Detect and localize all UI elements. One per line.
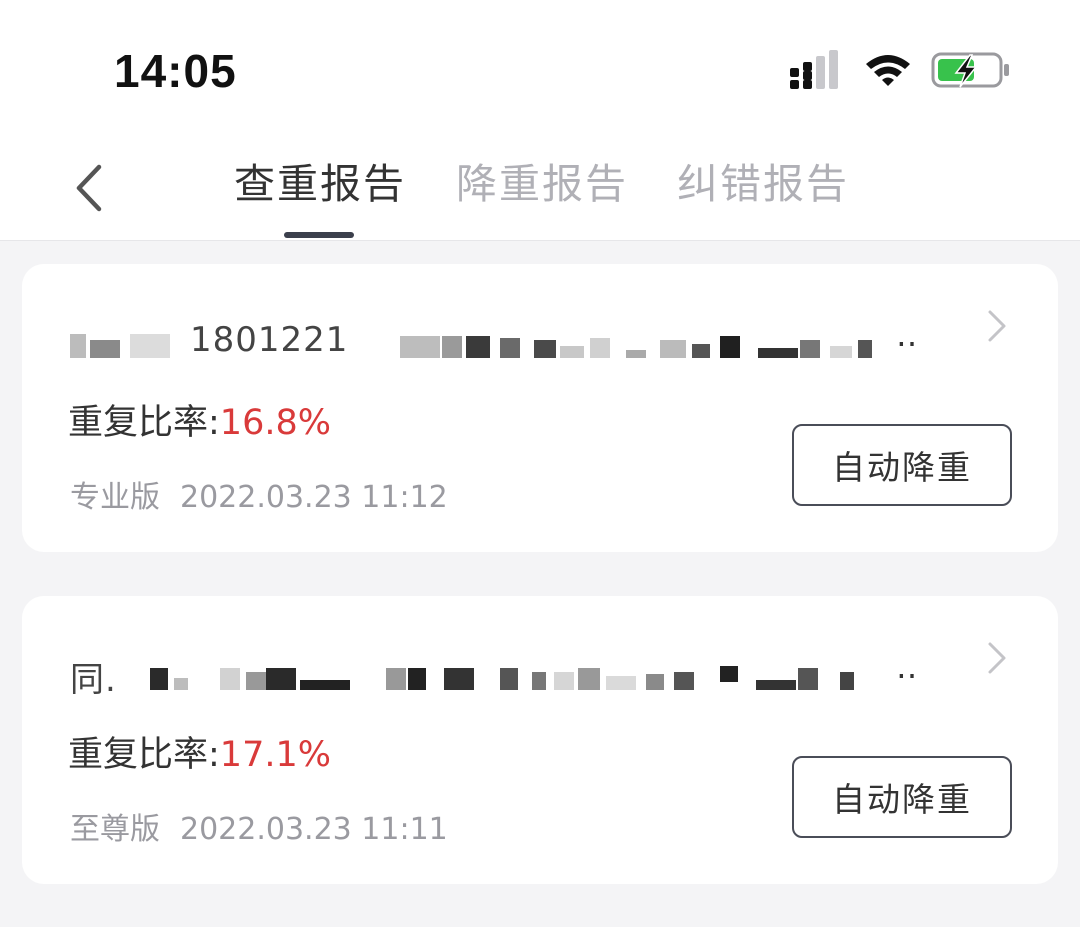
report-title: 1801221 …	[70, 324, 920, 364]
back-button[interactable]	[66, 160, 110, 216]
wifi-icon	[866, 55, 910, 86]
duplicate-rate-label: 重复比率:	[68, 735, 220, 775]
redacted-mosaic	[70, 330, 890, 360]
chevron-right-icon	[988, 642, 1006, 674]
back-chevron-icon	[76, 164, 102, 212]
report-datetime: 2022.03.23 11:12	[180, 480, 448, 515]
title-ellipsis: …	[896, 324, 920, 354]
signal-icon	[790, 50, 838, 89]
duplicate-rate: 重复比率:17.1%	[68, 726, 331, 777]
status-time: 14:05	[114, 45, 237, 97]
duplicate-rate-label: 重复比率:	[68, 403, 220, 443]
status-bar: 14:05	[0, 0, 1080, 130]
duplicate-rate-value: 17.1%	[219, 735, 331, 775]
tab-correction-report[interactable]: 纠错报告	[677, 150, 849, 210]
report-card[interactable]: 同. 重复比率:17.1% 至尊版 2022.03.23 11:11 自动降重	[22, 596, 1058, 884]
auto-reduce-button[interactable]: 自动降重	[792, 424, 1012, 506]
tab-reduction-report[interactable]: 降重报告	[456, 150, 628, 210]
report-title: 同.	[70, 656, 920, 696]
title-ellipsis: …	[896, 656, 920, 686]
nav-header: 查重报告 降重报告 纠错报告	[0, 130, 1080, 241]
report-edition: 专业版	[70, 480, 160, 515]
redacted-mosaic	[70, 662, 890, 692]
report-datetime: 2022.03.23 11:11	[180, 812, 448, 847]
duplicate-rate: 重复比率:16.8%	[68, 394, 331, 445]
status-icons	[788, 50, 1018, 94]
active-tab-indicator	[284, 232, 354, 238]
report-card[interactable]: 1801221 …	[22, 264, 1058, 552]
tab-plagiarism-report[interactable]: 查重报告	[234, 150, 406, 210]
duplicate-rate-value: 16.8%	[219, 403, 331, 443]
chevron-right-icon	[988, 310, 1006, 342]
report-meta: 专业版 2022.03.23 11:12	[70, 472, 448, 516]
auto-reduce-button[interactable]: 自动降重	[792, 756, 1012, 838]
report-edition: 至尊版	[70, 812, 160, 847]
report-meta: 至尊版 2022.03.23 11:11	[70, 804, 448, 848]
battery-charging-icon	[931, 52, 1009, 88]
